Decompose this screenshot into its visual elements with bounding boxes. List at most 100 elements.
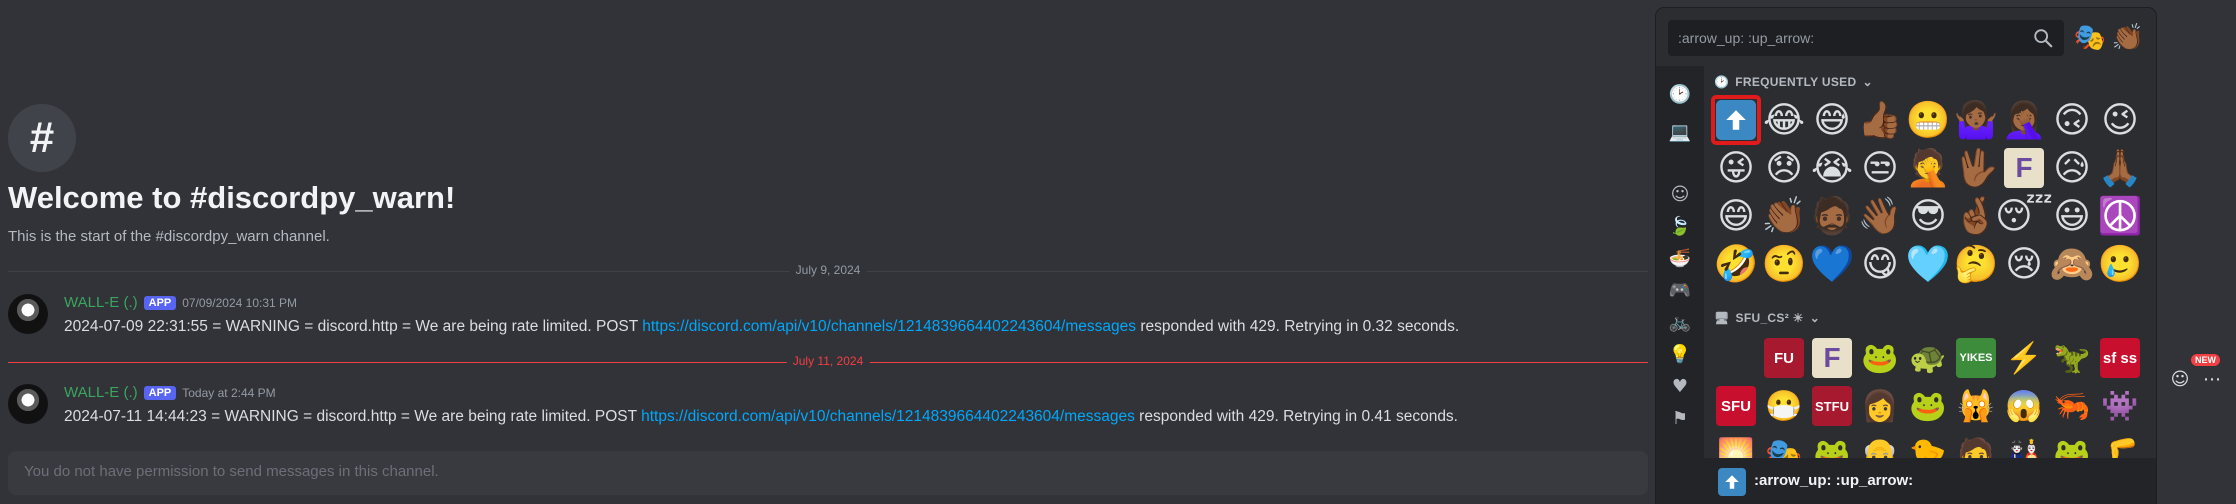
section-frequently-used[interactable]: 🕑 FREQUENTLY USED ⌄ bbox=[1714, 75, 1873, 89]
server-emoji-cell[interactable]: F bbox=[1808, 334, 1856, 382]
up-arrow-icon bbox=[1716, 100, 1756, 140]
nitro-emoji-icon[interactable]: 🎭 bbox=[2074, 22, 2106, 54]
server-emoji-cell[interactable]: 🐢 bbox=[1904, 334, 1952, 382]
message-username[interactable]: WALL-E (.) bbox=[64, 294, 138, 311]
emoji-cell[interactable]: 😉 bbox=[2096, 96, 2144, 144]
server-emoji-cell[interactable]: 🦖 bbox=[2048, 334, 2096, 382]
emoji-cell[interactable]: 🤨 bbox=[1760, 240, 1808, 288]
server-emoji-cell[interactable]: 👾 bbox=[2096, 382, 2144, 430]
emoji-cell[interactable]: 😞 bbox=[1760, 144, 1808, 192]
message-content: 2024-07-09 22:31:55 = WARNING = discord.… bbox=[64, 318, 1459, 336]
server-emoji-glyph: 😱 bbox=[2004, 386, 2044, 426]
date-divider-label: July 11, 2024 bbox=[786, 354, 870, 368]
emoji-cell[interactable]: 🤣 bbox=[1712, 240, 1760, 288]
emoji-cell[interactable]: 🤦 bbox=[1904, 144, 1952, 192]
server-emoji-glyph: sf ss bbox=[2100, 338, 2140, 378]
message-timestamp[interactable]: 07/09/2024 10:31 PM bbox=[182, 296, 297, 310]
search-icon[interactable] bbox=[2032, 27, 2054, 49]
server-emoji-cell[interactable] bbox=[1712, 334, 1760, 382]
emoji-cell[interactable]: ☮️ bbox=[2096, 192, 2144, 240]
emoji-cell[interactable]: 🤦🏾‍♀️ bbox=[2000, 96, 2048, 144]
emoji-cell[interactable]: 🥲 bbox=[2096, 240, 2144, 288]
emoji-search-input[interactable]: :arrow_up: :up_arrow: bbox=[1668, 20, 2064, 56]
emoji-cell[interactable]: 😥 bbox=[2048, 144, 2096, 192]
emoji-cell[interactable]: F bbox=[2000, 144, 2048, 192]
server-emoji-glyph: 🙀 bbox=[1956, 386, 1996, 426]
bicycle-icon[interactable]: 🚲 bbox=[1668, 310, 1692, 334]
flag-icon[interactable]: ⚑ bbox=[1668, 406, 1692, 430]
server-emoji-cell[interactable]: 👩 bbox=[1856, 382, 1904, 430]
server-emoji-cell[interactable]: 🦐 bbox=[2048, 382, 2096, 430]
date-divider-label: July 9, 2024 bbox=[789, 263, 867, 277]
food-icon[interactable]: 🍜 bbox=[1668, 246, 1692, 270]
up-arrow-icon bbox=[1718, 468, 1746, 496]
server-emoji-cell[interactable]: ⚡ bbox=[2000, 334, 2048, 382]
server-emoji-cell[interactable]: 🐸 bbox=[1904, 382, 1952, 430]
server-emoji-cell[interactable]: SFU bbox=[1712, 382, 1760, 430]
server-emoji-cell[interactable]: FU bbox=[1760, 334, 1808, 382]
server-emoji-cell[interactable]: sf ss bbox=[2096, 334, 2144, 382]
emoji-cell[interactable]: 👋🏾 bbox=[1856, 192, 1904, 240]
skin-tone-icon[interactable]: 👏🏾 bbox=[2112, 22, 2144, 54]
message-actions: ☺ ⋯ bbox=[2167, 366, 2225, 392]
emoji-cell[interactable]: 😎 bbox=[1904, 192, 1952, 240]
message-text: 2024-07-09 22:31:55 = WARNING = discord.… bbox=[64, 318, 643, 335]
emoji-cell[interactable]: 😃 bbox=[2048, 192, 2096, 240]
clock-icon: 🕑 bbox=[1714, 75, 1730, 89]
gamepad-icon[interactable]: 🎮 bbox=[1668, 278, 1692, 302]
emoji-arrow-up[interactable] bbox=[1711, 95, 1761, 145]
section-server[interactable]: 🖥 SFU_CS² ☀ ⌄ bbox=[1714, 311, 1820, 325]
server-icon[interactable]: 💻 bbox=[1668, 120, 1692, 144]
bulb-icon[interactable]: 💡 bbox=[1668, 342, 1692, 366]
server-emoji-glyph: YIKES bbox=[1956, 338, 1996, 378]
message-text: responded with 429. Retrying in 0.41 sec… bbox=[1134, 408, 1458, 425]
emoji-cell[interactable]: 🖖🏾 bbox=[1952, 144, 2000, 192]
server-emoji-cell[interactable]: 😱 bbox=[2000, 382, 2048, 430]
leaf-icon[interactable]: 🍃 bbox=[1668, 214, 1692, 238]
message-text: responded with 429. Retrying in 0.32 sec… bbox=[1136, 318, 1460, 335]
server-emoji-cell[interactable]: 🙀 bbox=[1952, 382, 2000, 430]
clock-icon[interactable]: 🕑 bbox=[1668, 82, 1692, 106]
heart-icon[interactable]: ♥ bbox=[1668, 374, 1692, 398]
channel-hash-icon: # bbox=[8, 104, 76, 172]
emoji-cell[interactable]: 🙈 bbox=[2048, 240, 2096, 288]
emoji-cell[interactable]: 🙏🏾 bbox=[2096, 144, 2144, 192]
emoji-cell[interactable]: 😄 bbox=[1712, 192, 1760, 240]
emoji-cell[interactable]: 👏🏾 bbox=[1760, 192, 1808, 240]
emoji-cell[interactable]: 💙 bbox=[1808, 240, 1856, 288]
smiley-icon[interactable]: ☺ bbox=[1668, 182, 1692, 206]
message-username[interactable]: WALL-E (.) bbox=[64, 384, 138, 401]
message-item[interactable]: WALL-E (.) APP 07/09/2024 10:31 PM 2024-… bbox=[8, 294, 1608, 344]
emoji-cell[interactable]: 🤞🏾 bbox=[1952, 192, 2000, 240]
emoji-cell[interactable]: 🙃 bbox=[2048, 96, 2096, 144]
emoji-cell[interactable]: 🤷🏾‍♀️ bbox=[1952, 96, 2000, 144]
add-reaction-icon[interactable]: ☺ bbox=[2167, 366, 2193, 392]
avatar[interactable] bbox=[8, 294, 48, 334]
preview-label: :arrow_up: :up_arrow: bbox=[1754, 472, 1914, 489]
emoji-cell[interactable]: 😭 bbox=[1808, 144, 1856, 192]
emoji-cell[interactable]: 😬 bbox=[1904, 96, 1952, 144]
emoji-cell[interactable]: 😴 bbox=[1995, 192, 2053, 240]
emoji-cell[interactable]: 🧔🏾 bbox=[1808, 192, 1856, 240]
message-composer[interactable]: You do not have permission to send messa… bbox=[8, 451, 1648, 495]
emoji-cell[interactable]: 😢 bbox=[2000, 240, 2048, 288]
emoji-cell[interactable]: 🤔 bbox=[1952, 240, 2000, 288]
server-emoji-cell[interactable]: 😷 bbox=[1760, 382, 1808, 430]
server-emoji-cell[interactable]: STFU bbox=[1808, 382, 1856, 430]
emoji-cell[interactable]: 👍🏾 bbox=[1856, 96, 1904, 144]
emoji-cell[interactable]: 😋 bbox=[1856, 240, 1904, 288]
emoji-cell[interactable]: 😜 bbox=[1712, 144, 1760, 192]
message-timestamp[interactable]: Today at 2:44 PM bbox=[182, 386, 275, 400]
emoji-cell[interactable]: 😂 bbox=[1760, 96, 1808, 144]
emoji-cell[interactable]: 🩵 bbox=[1904, 240, 1952, 288]
message-link[interactable]: https://discord.com/api/v10/channels/121… bbox=[641, 408, 1135, 425]
server-emoji-cell[interactable]: YIKES bbox=[1952, 334, 2000, 382]
message-link[interactable]: https://discord.com/api/v10/channels/121… bbox=[642, 318, 1136, 335]
more-options-icon[interactable]: ⋯ bbox=[2199, 366, 2225, 392]
server-emoji-cell[interactable]: 🐸 bbox=[1856, 334, 1904, 382]
server-emoji-glyph: 🐸 bbox=[1908, 386, 1948, 426]
emoji-cell[interactable]: 😒 bbox=[1856, 144, 1904, 192]
avatar[interactable] bbox=[8, 384, 48, 424]
emoji-cell[interactable]: 😅 bbox=[1808, 96, 1856, 144]
message-item[interactable]: WALL-E (.) APP Today at 2:44 PM 2024-07-… bbox=[8, 384, 1608, 434]
